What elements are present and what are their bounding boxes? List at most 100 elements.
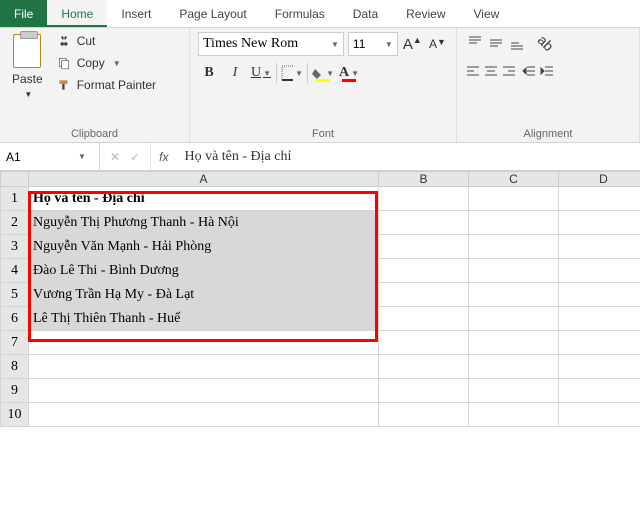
cell[interactable]	[559, 379, 640, 403]
cell[interactable]: Lê Thị Thiên Thanh - Huế	[29, 307, 379, 331]
name-box-input[interactable]	[6, 150, 76, 164]
cell[interactable]: Nguyễn Thị Phương Thanh - Hà Nội	[29, 211, 379, 235]
row-header[interactable]: 10	[1, 403, 29, 427]
cell[interactable]	[379, 187, 469, 211]
row-header[interactable]: 1	[1, 187, 29, 211]
chevron-down-icon[interactable]: ▼	[113, 59, 121, 68]
cell[interactable]	[379, 355, 469, 379]
row-header[interactable]: 8	[1, 355, 29, 379]
cell[interactable]	[559, 355, 640, 379]
tab-file[interactable]: File	[0, 0, 47, 27]
col-header-B[interactable]: B	[379, 172, 469, 187]
col-header-D[interactable]: D	[559, 172, 640, 187]
cell[interactable]	[29, 403, 379, 427]
row-header[interactable]: 7	[1, 331, 29, 355]
formula-input[interactable]: Họ và tên - Địa chỉ	[176, 149, 640, 165]
cell[interactable]	[469, 259, 559, 283]
cell[interactable]: Đào Lê Thi - Bình Dương	[29, 259, 379, 283]
cell[interactable]	[559, 307, 640, 331]
cell[interactable]	[559, 283, 640, 307]
cell[interactable]	[469, 235, 559, 259]
cell[interactable]	[559, 403, 640, 427]
select-all-corner[interactable]	[1, 172, 29, 187]
chevron-down-icon[interactable]: ▼	[78, 152, 86, 161]
chevron-down-icon[interactable]: ▼	[381, 40, 393, 49]
cut-button[interactable]: Cut	[53, 32, 160, 50]
row-header[interactable]: 3	[1, 235, 29, 259]
row-header[interactable]: 6	[1, 307, 29, 331]
bold-button[interactable]: B	[198, 62, 220, 84]
align-center-button[interactable]	[483, 60, 499, 82]
cell[interactable]	[29, 379, 379, 403]
row-header[interactable]: 4	[1, 259, 29, 283]
paste-button[interactable]: Paste ▼	[8, 32, 47, 101]
cell[interactable]	[379, 307, 469, 331]
fill-color-button[interactable]: ▼	[312, 62, 334, 84]
row-header[interactable]: 2	[1, 211, 29, 235]
tab-insert[interactable]: Insert	[107, 0, 165, 27]
font-color-button[interactable]: A ▼	[338, 62, 360, 84]
fx-icon[interactable]: fx	[151, 150, 176, 164]
tab-review[interactable]: Review	[392, 0, 459, 27]
cell[interactable]	[469, 211, 559, 235]
tab-formulas[interactable]: Formulas	[261, 0, 339, 27]
cell[interactable]: Họ và tên - Địa chỉ	[29, 187, 379, 211]
tab-view[interactable]: View	[460, 0, 514, 27]
increase-indent-button[interactable]	[539, 60, 555, 82]
tab-home[interactable]: Home	[47, 0, 107, 27]
ribbon-tabs: File Home Insert Page Layout Formulas Da…	[0, 0, 640, 28]
cell[interactable]	[379, 283, 469, 307]
col-header-C[interactable]: C	[469, 172, 559, 187]
cell[interactable]: Nguyễn Văn Mạnh - Hải Phòng	[29, 235, 379, 259]
font-name-combo[interactable]: Times New Rom ▼	[198, 32, 344, 56]
chevron-down-icon[interactable]: ▼	[24, 90, 32, 99]
cell[interactable]	[469, 403, 559, 427]
cell[interactable]	[559, 331, 640, 355]
cell[interactable]	[379, 403, 469, 427]
align-top-button[interactable]	[465, 32, 484, 54]
cell[interactable]	[29, 355, 379, 379]
cell[interactable]	[469, 283, 559, 307]
cancel-icon[interactable]: ✕	[110, 150, 120, 164]
cell[interactable]	[469, 331, 559, 355]
font-size-value: 11	[353, 37, 379, 51]
cell[interactable]	[379, 211, 469, 235]
borders-button[interactable]: ▼	[281, 62, 303, 84]
cell[interactable]	[379, 331, 469, 355]
cell[interactable]	[379, 259, 469, 283]
cell[interactable]	[379, 235, 469, 259]
italic-button[interactable]: I	[224, 62, 246, 84]
align-middle-button[interactable]	[486, 32, 505, 54]
cell[interactable]	[469, 307, 559, 331]
chevron-down-icon[interactable]: ▼	[327, 40, 339, 49]
cell[interactable]	[559, 211, 640, 235]
cell[interactable]	[469, 187, 559, 211]
tab-data[interactable]: Data	[339, 0, 392, 27]
col-header-A[interactable]: A	[29, 172, 379, 187]
tab-page-layout[interactable]: Page Layout	[165, 0, 260, 27]
cell[interactable]	[379, 379, 469, 403]
orientation-button[interactable]: ab	[536, 32, 555, 54]
decrease-font-button[interactable]: A▼	[427, 33, 448, 55]
align-right-button[interactable]	[501, 60, 517, 82]
name-box[interactable]: ▼	[0, 143, 100, 170]
chevron-down-icon: ▼	[263, 69, 271, 78]
copy-button[interactable]: Copy ▼	[53, 54, 160, 72]
cell[interactable]	[559, 235, 640, 259]
decrease-indent-button[interactable]	[521, 60, 537, 82]
increase-font-button[interactable]: A▲	[402, 33, 423, 55]
font-size-combo[interactable]: 11 ▼	[348, 32, 398, 56]
cell[interactable]	[559, 187, 640, 211]
row-header[interactable]: 5	[1, 283, 29, 307]
underline-button[interactable]: U▼	[250, 62, 272, 84]
cell[interactable]: Vương Trần Hạ My - Đà Lạt	[29, 283, 379, 307]
align-left-button[interactable]	[465, 60, 481, 82]
cell[interactable]	[469, 355, 559, 379]
align-bottom-button[interactable]	[507, 32, 526, 54]
cell[interactable]	[559, 259, 640, 283]
enter-icon[interactable]: ✓	[130, 150, 140, 164]
format-painter-button[interactable]: Format Painter	[53, 76, 160, 94]
row-header[interactable]: 9	[1, 379, 29, 403]
cell[interactable]	[29, 331, 379, 355]
cell[interactable]	[469, 379, 559, 403]
